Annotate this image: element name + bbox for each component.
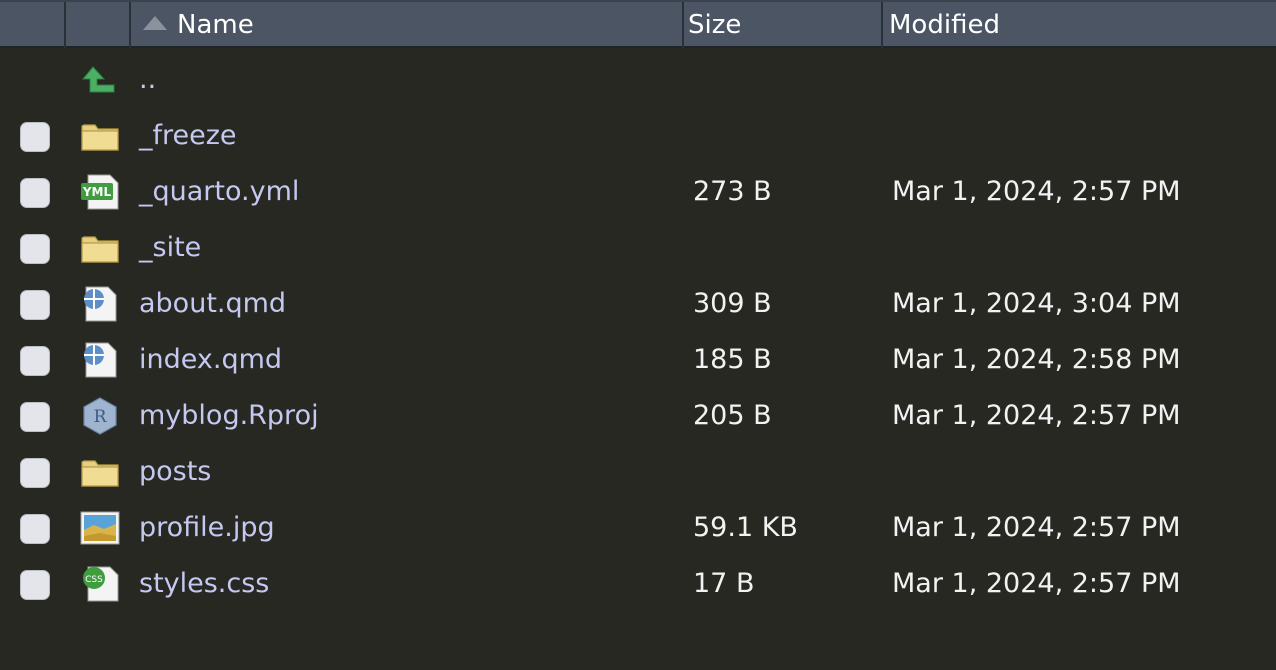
file-size: 185 B [693, 344, 772, 375]
file-size: 205 B [693, 400, 772, 431]
folder-icon [80, 117, 120, 155]
file-list-header: Name Size Modified [0, 0, 1276, 48]
file-row[interactable]: _site [0, 220, 1276, 276]
file-name-link[interactable]: about.qmd [139, 276, 286, 332]
header-icon-column [66, 2, 131, 48]
svg-text:YML: YML [82, 185, 112, 199]
file-row[interactable]: about.qmd 309 B Mar 1, 2024, 3:04 PM [0, 276, 1276, 332]
yml-file-icon: YML [80, 173, 120, 211]
file-row[interactable]: CSS styles.css 17 B Mar 1, 2024, 2:57 PM [0, 556, 1276, 612]
svg-text:CSS: CSS [85, 575, 103, 585]
folder-icon [80, 229, 120, 267]
sort-ascending-icon[interactable] [143, 15, 167, 30]
column-header-size-label: Size [688, 10, 742, 40]
file-modified-date: Mar 1, 2024, 2:57 PM [892, 512, 1181, 543]
row-checkbox[interactable] [20, 458, 50, 488]
css-file-icon: CSS [80, 565, 120, 603]
parent-directory-icon [80, 61, 120, 99]
files-pane: Name Size Modified .. _freeze YML _quarto.y… [0, 0, 1276, 670]
column-header-modified-label: Modified [889, 10, 1000, 40]
file-modified-date: Mar 1, 2024, 2:57 PM [892, 176, 1181, 207]
file-name-link[interactable]: myblog.Rproj [139, 388, 319, 444]
file-modified-date: Mar 1, 2024, 2:57 PM [892, 400, 1181, 431]
file-name-link[interactable]: _quarto.yml [139, 164, 299, 220]
file-modified-date: Mar 1, 2024, 3:04 PM [892, 288, 1181, 319]
column-header-name[interactable]: Name [131, 2, 684, 48]
row-checkbox[interactable] [20, 178, 50, 208]
file-size: 273 B [693, 176, 772, 207]
file-modified-date: Mar 1, 2024, 2:58 PM [892, 344, 1181, 375]
quarto-file-icon [80, 341, 120, 379]
rproject-file-icon: R [80, 397, 120, 435]
row-checkbox[interactable] [20, 402, 50, 432]
folder-icon [80, 453, 120, 491]
row-checkbox[interactable] [20, 514, 50, 544]
row-checkbox[interactable] [20, 290, 50, 320]
row-checkbox[interactable] [20, 570, 50, 600]
row-checkbox[interactable] [20, 346, 50, 376]
file-name-link[interactable]: index.qmd [139, 332, 282, 388]
file-row[interactable]: _freeze [0, 108, 1276, 164]
column-header-size[interactable]: Size [684, 2, 883, 48]
file-size: 17 B [693, 568, 755, 599]
column-header-modified[interactable]: Modified [883, 2, 1276, 48]
file-row[interactable]: Rmyblog.Rproj 205 B Mar 1, 2024, 2:57 PM [0, 388, 1276, 444]
row-checkbox[interactable] [20, 122, 50, 152]
file-name-link[interactable]: .. [139, 52, 156, 108]
file-row[interactable]: index.qmd 185 B Mar 1, 2024, 2:58 PM [0, 332, 1276, 388]
file-name-link[interactable]: posts [139, 444, 211, 500]
image-file-icon [80, 509, 120, 547]
file-size: 59.1 KB [693, 512, 798, 543]
file-name-link[interactable]: _freeze [139, 108, 237, 164]
file-row[interactable]: YML _quarto.yml 273 B Mar 1, 2024, 2:57 PM [0, 164, 1276, 220]
row-checkbox[interactable] [20, 234, 50, 264]
file-name-link[interactable]: _site [139, 220, 201, 276]
file-row[interactable]: .. [0, 52, 1276, 108]
file-modified-date: Mar 1, 2024, 2:57 PM [892, 568, 1181, 599]
file-size: 309 B [693, 288, 772, 319]
quarto-file-icon [80, 285, 120, 323]
svg-text:R: R [94, 407, 108, 427]
header-checkbox-column [0, 2, 66, 48]
file-name-link[interactable]: profile.jpg [139, 500, 275, 556]
file-row[interactable]: posts [0, 444, 1276, 500]
column-header-name-label: Name [177, 10, 254, 40]
file-row[interactable]: profile.jpg 59.1 KB Mar 1, 2024, 2:57 PM [0, 500, 1276, 556]
file-name-link[interactable]: styles.css [139, 556, 269, 612]
